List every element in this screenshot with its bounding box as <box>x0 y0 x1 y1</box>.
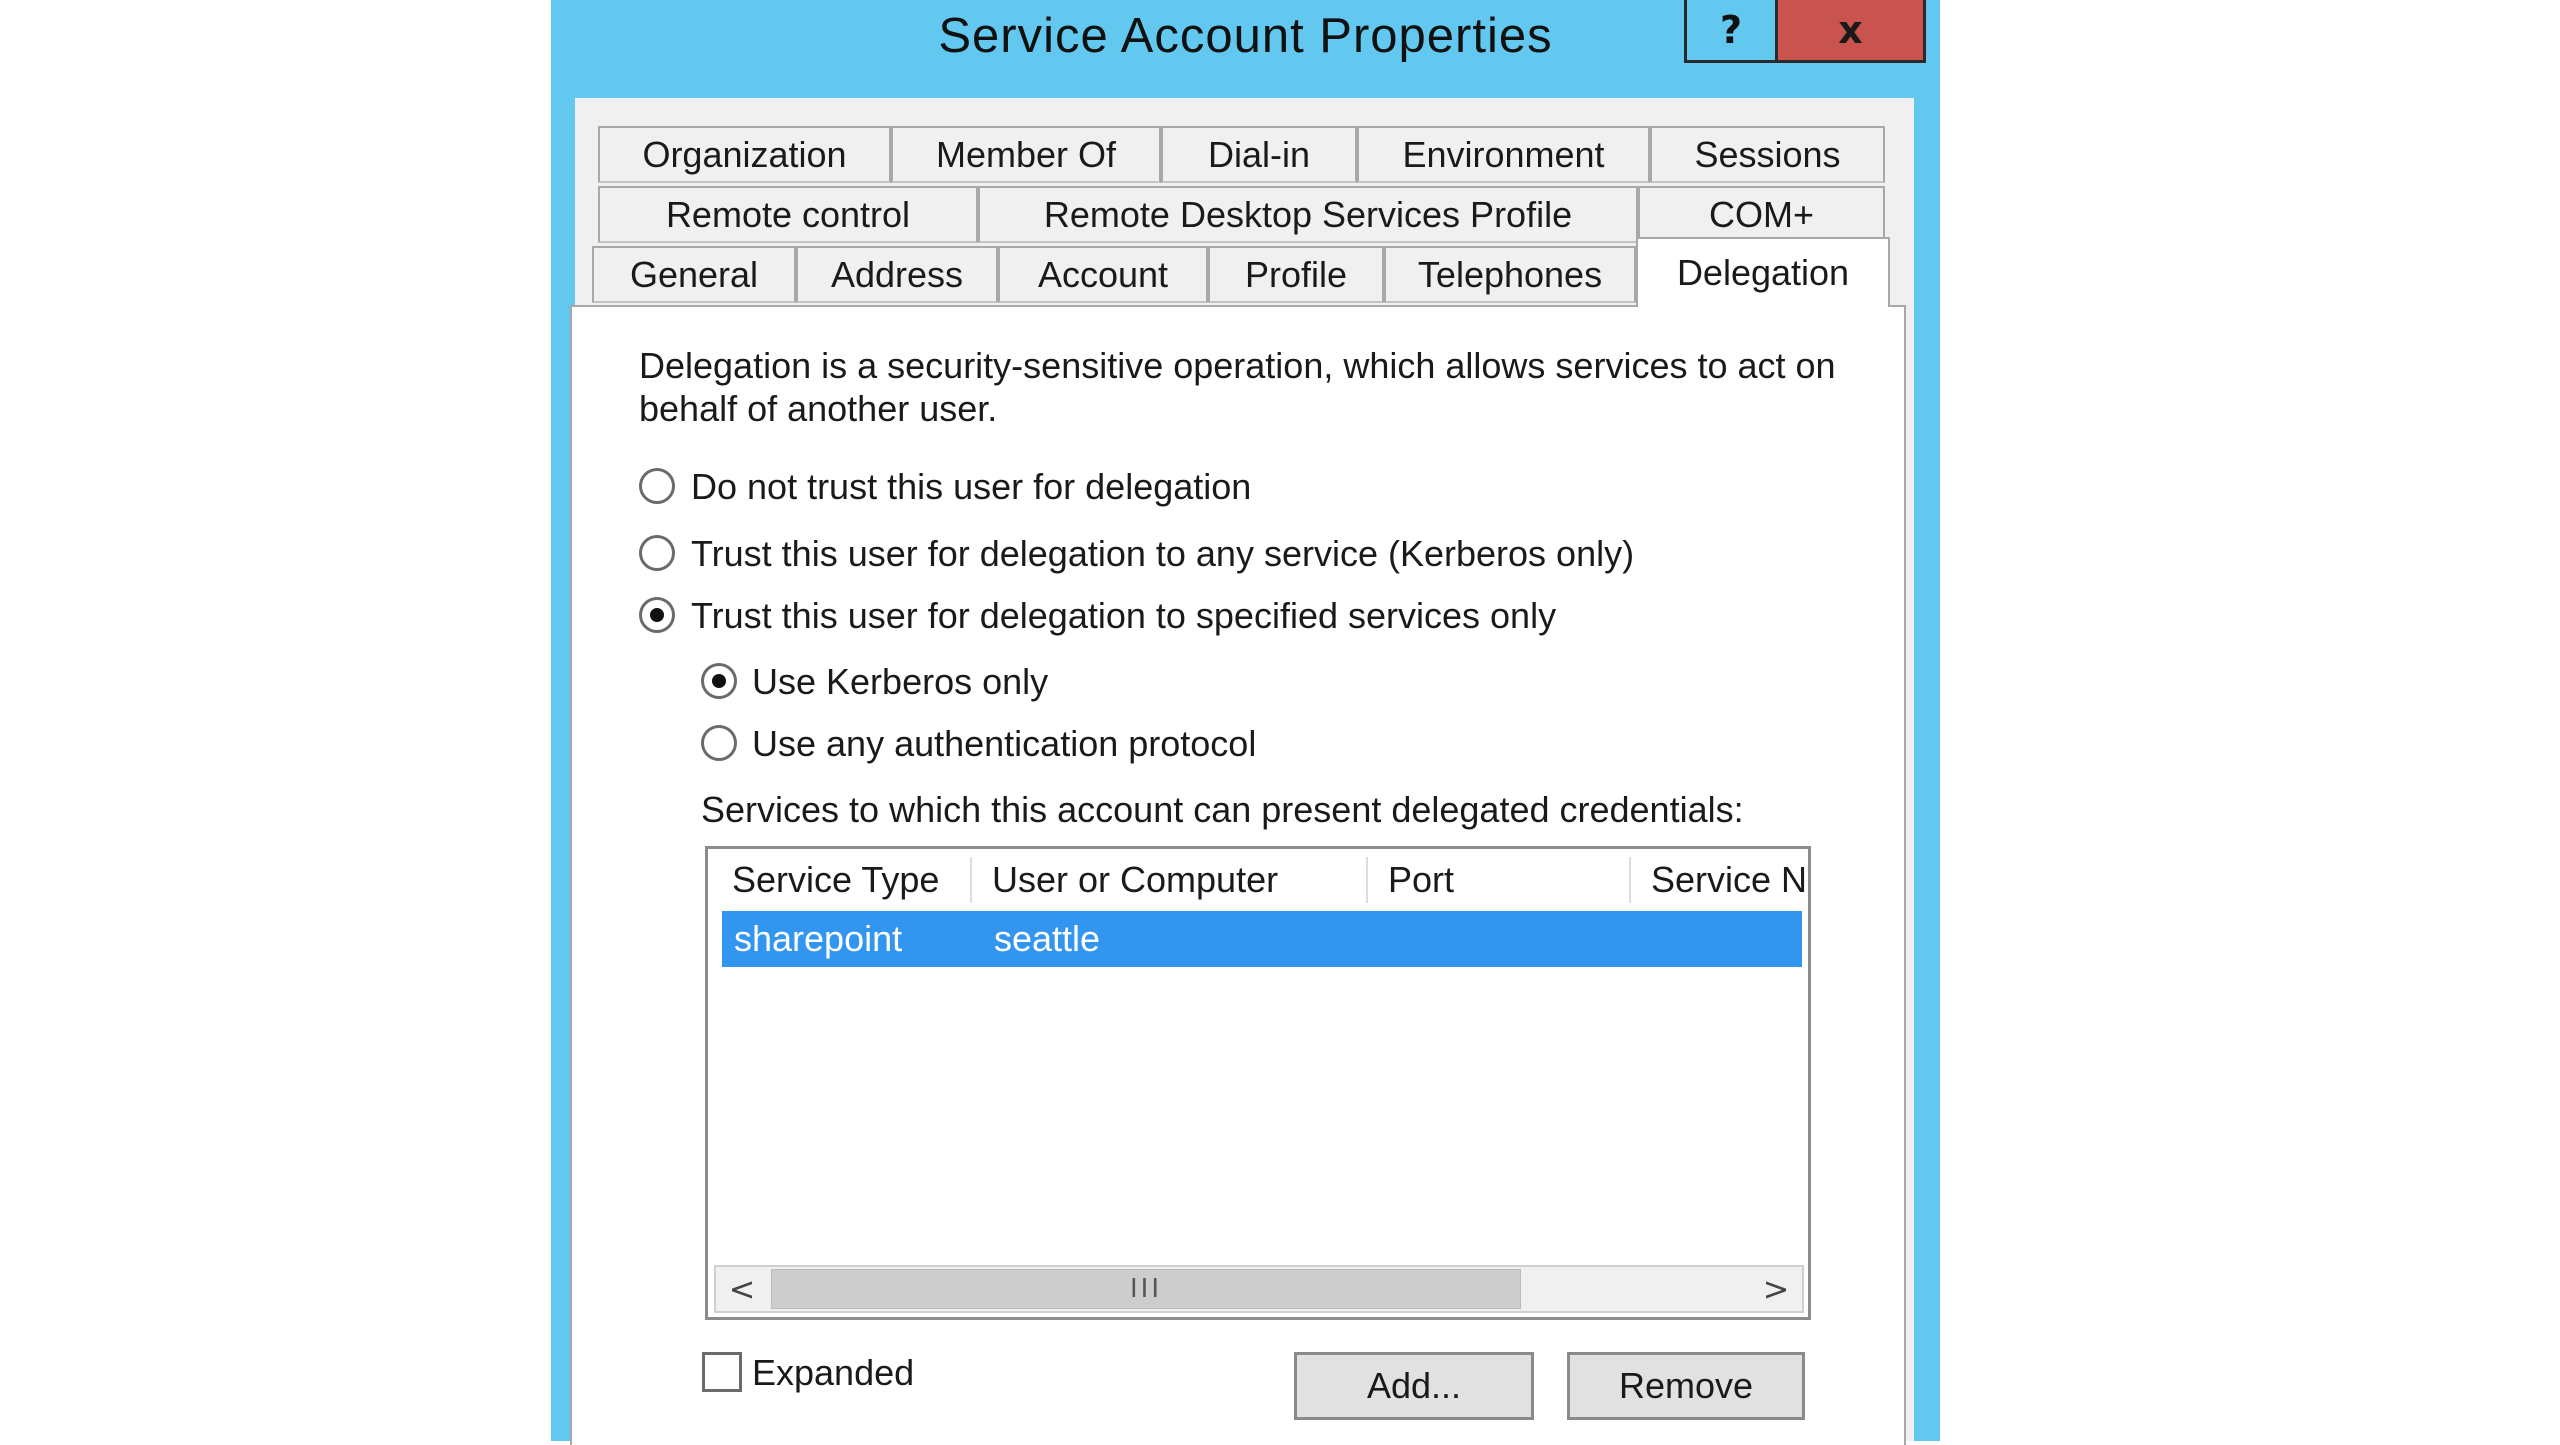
tab-address[interactable]: Address <box>796 246 998 303</box>
scroll-right-icon[interactable]: > <box>1750 1267 1802 1311</box>
radio-do-not-trust[interactable] <box>639 468 675 504</box>
radio-trust-specified-services[interactable] <box>639 597 675 633</box>
radio-use-any-protocol[interactable] <box>701 725 737 761</box>
tab-telephones[interactable]: Telephones <box>1384 246 1636 303</box>
services-list-label: Services to which this account can prese… <box>701 789 1744 830</box>
column-header-service-type[interactable]: Service Type <box>712 857 972 903</box>
horizontal-scrollbar[interactable]: < III > <box>714 1265 1804 1313</box>
tab-dial-in[interactable]: Dial-in <box>1161 126 1357 183</box>
radio-do-not-trust-label[interactable]: Do not trust this user for delegation <box>691 466 1251 508</box>
tab-sessions[interactable]: Sessions <box>1650 126 1885 183</box>
tab-remote-control[interactable]: Remote control <box>598 186 978 243</box>
delegation-description-line2: behalf of another user. <box>639 388 998 429</box>
radio-use-kerberos-only[interactable] <box>701 663 737 699</box>
radio-use-kerberos-only-label[interactable]: Use Kerberos only <box>752 661 1048 703</box>
tab-delegation[interactable]: Delegation <box>1636 237 1890 307</box>
radio-trust-any-service-label[interactable]: Trust this user for delegation to any se… <box>691 533 1634 575</box>
add-button[interactable]: Add... <box>1294 1352 1534 1420</box>
tab-profile[interactable]: Profile <box>1208 246 1384 303</box>
column-header-port[interactable]: Port <box>1368 857 1631 903</box>
delegation-description-line1: Delegation is a security-sensitive opera… <box>639 345 1836 386</box>
tab-com-plus[interactable]: COM+ <box>1638 186 1885 243</box>
scroll-left-icon[interactable]: < <box>716 1267 768 1311</box>
scroll-thumb[interactable]: III <box>771 1269 1521 1309</box>
cell-user-or-computer: seattle <box>994 918 1101 959</box>
tab-organization[interactable]: Organization <box>598 126 891 183</box>
tab-account[interactable]: Account <box>998 246 1208 303</box>
column-header-service-name[interactable]: Service N <box>1631 857 1808 903</box>
close-button[interactable]: x <box>1775 0 1926 63</box>
tab-member-of[interactable]: Member Of <box>891 126 1161 183</box>
column-header-user-or-computer[interactable]: User or Computer <box>972 857 1368 903</box>
radio-trust-any-service[interactable] <box>639 535 675 571</box>
remove-button[interactable]: Remove <box>1567 1352 1805 1420</box>
radio-trust-specified-services-label[interactable]: Trust this user for delegation to specif… <box>691 595 1556 637</box>
tab-remote-desktop-services-profile[interactable]: Remote Desktop Services Profile <box>978 186 1638 243</box>
services-listview[interactable]: Service Type User or Computer Port Servi… <box>705 846 1811 1320</box>
cell-service-type: sharepoint <box>734 918 903 959</box>
tab-general[interactable]: General <box>592 246 796 303</box>
expanded-checkbox[interactable] <box>702 1352 742 1392</box>
tab-environment[interactable]: Environment <box>1357 126 1650 183</box>
radio-use-any-protocol-label[interactable]: Use any authentication protocol <box>752 723 1256 765</box>
help-button[interactable]: ? <box>1684 0 1778 63</box>
expanded-label[interactable]: Expanded <box>752 1352 914 1394</box>
table-row[interactable]: sharepoint seattle <box>722 911 1802 967</box>
